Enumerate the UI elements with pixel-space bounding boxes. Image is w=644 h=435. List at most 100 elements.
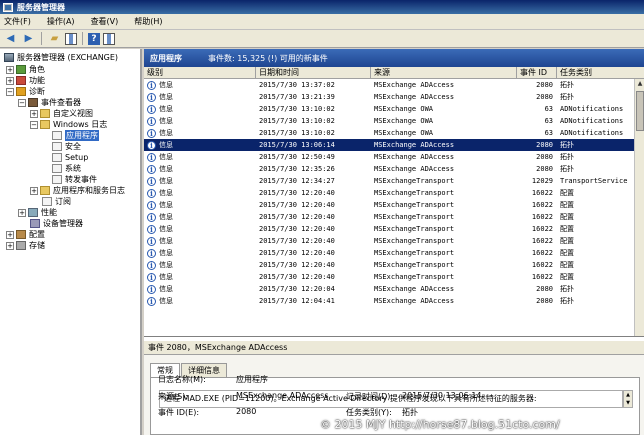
table-row[interactable]: i 信息 2015/7/30 12:20:04 MSExchange ADAccess… [144,283,634,295]
scroll-thumb[interactable] [636,91,644,131]
table-row[interactable]: i 信息 2015/7/30 13:37:02 MSExchange ADAccess… [144,79,634,91]
column-header-event-id[interactable]: 事件 ID [517,67,557,79]
expand-icon[interactable]: + [6,76,14,85]
tree-item-device-manager[interactable]: 设备管理器 [30,218,83,229]
tree-item-app-service-logs[interactable]: + 应用程序和服务日志 [30,185,125,196]
table-row[interactable]: i 信息 2015/7/30 12:20:40 MSExchangeTransport… [144,271,634,283]
table-row[interactable]: i 信息 2015/7/30 12:34:27 MSExchangeTransport… [144,175,634,187]
cell-task-text: 拓扑 [560,285,574,293]
cell-task-text: 配置 [560,213,574,221]
cell-datetime: 2015/7/30 12:20:40 [256,187,371,199]
cell-event-id: 2080 [517,295,557,307]
table-row[interactable]: i 信息 2015/7/30 12:20:40 MSExchangeTransport… [144,223,634,235]
tree-item-subscriptions[interactable]: 订阅 [42,196,71,207]
back-arrow-icon[interactable]: ◀ [3,32,18,46]
expand-icon[interactable]: + [30,109,38,118]
cell-datetime-text: 2015/7/30 13:10:02 [259,129,335,137]
table-row[interactable]: i 信息 2015/7/30 12:20:40 MSExchangeTransport… [144,211,634,223]
cell-datetime-text: 2015/7/30 12:35:26 [259,165,335,173]
cell-task: 配置 [557,187,634,199]
table-row[interactable]: i 信息 2015/7/30 12:20:40 MSExchangeTransport… [144,199,634,211]
cell-event-id: 16022 [517,223,557,235]
tree-item-custom-views[interactable]: + 自定义视图 [30,108,93,119]
column-header-source[interactable]: 来源 [371,67,517,79]
cell-source: MSExchange OWA [371,103,517,115]
table-row[interactable]: i 信息 2015/7/30 12:20:40 MSExchangeTransport… [144,235,634,247]
cell-task-text: ADNotifications [560,105,624,113]
collapse-icon[interactable]: − [6,87,14,96]
log-icon [52,175,62,184]
table-row[interactable]: i 信息 2015/7/30 12:20:40 MSExchangeTransport… [144,259,634,271]
column-header-level[interactable]: 级别 [144,67,256,79]
tree-item-configuration[interactable]: + 配置 [6,229,45,240]
show-hide-icon[interactable] [65,32,77,45]
cell-event-id: 16022 [517,259,557,271]
cell-task: 拓扑 [557,163,634,175]
tree-item-system[interactable]: 系统 [52,163,81,174]
cell-level-text: 信息 [159,189,173,197]
forward-arrow-icon[interactable]: ▶ [21,32,36,46]
info-icon: i [147,93,156,102]
info-icon: i [147,117,156,126]
table-row[interactable]: i 信息 2015/7/30 13:06:14 MSExchange ADAccess… [144,139,634,151]
tree-item-diagnostics[interactable]: − 诊断 [6,86,45,97]
cell-datetime-text: 2015/7/30 12:20:04 [259,285,335,293]
cell-source: MSExchangeTransport [371,175,517,187]
tree-item-performance[interactable]: + 性能 [18,207,57,218]
cell-task-text: 配置 [560,261,574,269]
cell-event-id-text: 2080 [536,285,553,293]
menu-help[interactable]: 帮助(H) [134,16,162,27]
cell-event-id: 2080 [517,151,557,163]
info-icon: i [147,261,156,270]
tree-item-roles[interactable]: + 角色 [6,64,45,75]
tree-root[interactable]: 服务器管理器 (EXCHANGE) [4,52,118,63]
table-row[interactable]: i 信息 2015/7/30 13:10:02 MSExchange OWA 63 ADN… [144,115,634,127]
table-row[interactable]: i 信息 2015/7/30 13:21:39 MSExchange ADAccess… [144,91,634,103]
collapse-icon[interactable]: − [18,98,26,107]
tree-item-security[interactable]: 安全 [52,141,81,152]
expand-icon[interactable]: + [30,186,38,195]
cell-level-text: 信息 [159,273,173,281]
menu-file[interactable]: 文件(F) [4,16,31,27]
cell-source: MSExchange ADAccess [371,79,517,91]
storage-icon [16,241,26,250]
tree-item-storage[interactable]: + 存储 [6,240,45,251]
expand-icon[interactable]: + [6,241,14,250]
panel-icon[interactable] [103,32,115,45]
cell-level-text: 信息 [159,237,173,245]
menu-action[interactable]: 操作(A) [47,16,75,27]
table-row[interactable]: i 信息 2015/7/30 12:04:41 MSExchange ADAccess… [144,295,634,307]
table-row[interactable]: i 信息 2015/7/30 12:50:49 MSExchange ADAccess… [144,151,634,163]
tree-item-windows-logs[interactable]: − Windows 日志 [30,119,107,130]
scroll-up-icon[interactable]: ▲ [635,79,644,89]
grid-scrollbar[interactable]: ▲ [634,79,644,336]
folder-up-icon[interactable]: ▰ [47,32,62,46]
table-row[interactable]: i 信息 2015/7/30 13:10:02 MSExchange OWA 63 ADN… [144,103,634,115]
cell-level-text: 信息 [159,285,173,293]
cell-source: MSExchange ADAccess [371,139,517,151]
table-row[interactable]: i 信息 2015/7/30 12:20:40 MSExchangeTransport… [144,247,634,259]
info-icon: i [147,225,156,234]
tree-item-event-viewer[interactable]: − 事件查看器 [18,97,81,108]
table-row[interactable]: i 信息 2015/7/30 12:35:26 MSExchange ADAccess… [144,163,634,175]
expand-icon[interactable]: + [18,208,26,217]
tree-item-application[interactable]: 应用程序 [52,130,99,141]
table-row[interactable]: i 信息 2015/7/30 13:10:02 MSExchange OWA 63 ADN… [144,127,634,139]
cell-source-text: MSExchange OWA [374,117,434,125]
cell-task-text: TransportService [560,177,628,185]
logged-value: 2015/7/30 13:06:14 [402,391,482,400]
expand-icon[interactable]: + [6,65,14,74]
column-header-task[interactable]: 任务类别 [557,67,644,79]
tree-item-features[interactable]: + 功能 [6,75,45,86]
collapse-icon[interactable]: − [30,120,38,129]
help-icon[interactable]: ? [88,32,100,45]
tree-item-forwarded-events[interactable]: 转发事件 [52,174,97,185]
expand-icon[interactable]: + [6,230,14,239]
description-scrollbar[interactable]: ▲ ▼ [623,390,633,408]
menu-view[interactable]: 查看(V) [91,16,119,27]
column-header-datetime[interactable]: 日期和时间 [256,67,371,79]
cell-level-text: 信息 [159,261,173,269]
table-row[interactable]: i 信息 2015/7/30 12:20:40 MSExchangeTransport… [144,187,634,199]
cell-source-text: MSExchange ADAccess [374,297,455,305]
tree-item-setup[interactable]: Setup [52,152,88,163]
